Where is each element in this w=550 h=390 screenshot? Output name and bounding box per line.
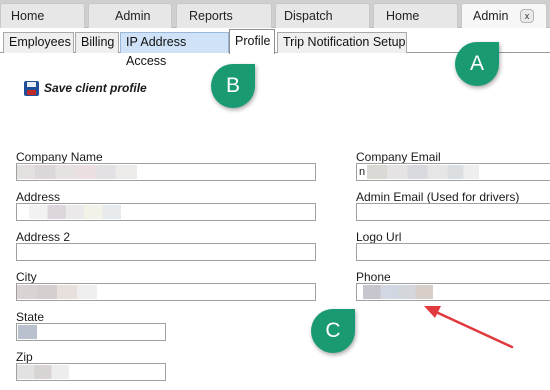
tab-employees[interactable]: Employees — [3, 32, 74, 53]
state-label: State — [16, 310, 45, 324]
admin-email-label: Admin Email (Used for drivers) — [356, 190, 520, 204]
address-label: Address — [16, 190, 61, 204]
company-email-label: Company Email — [356, 150, 441, 164]
close-icon[interactable]: x — [520, 9, 534, 23]
admin-email-input[interactable] — [356, 203, 550, 221]
city-label: City — [16, 270, 37, 284]
callout-c: C — [311, 309, 355, 353]
tab-ip-address-access[interactable]: IP Address Access — [120, 32, 229, 68]
company-email-input[interactable]: n — [356, 163, 550, 181]
top-tab-reports[interactable]: Reports — [176, 3, 272, 28]
top-tab-dispatch[interactable]: Dispatch — [275, 3, 370, 28]
top-tab-admin[interactable]: Admin — [88, 3, 172, 28]
callout-b: B — [211, 64, 255, 108]
logo-url-label: Logo Url — [356, 230, 402, 244]
top-tab-home[interactable]: Home — [0, 3, 85, 28]
tab-trip-notification-setup[interactable]: Trip Notification Setup — [277, 32, 407, 53]
redacted-value — [17, 365, 69, 379]
redacted-value — [367, 165, 479, 179]
phone-input[interactable] — [356, 283, 550, 301]
zip-label: Zip — [16, 350, 33, 364]
address-2-label: Address 2 — [16, 230, 71, 244]
redacted-value — [17, 165, 137, 179]
company-email-value-start: n — [359, 166, 366, 178]
redacted-value — [29, 205, 121, 219]
redacted-value — [18, 325, 37, 339]
save-button-label: Save client profile — [44, 81, 147, 95]
floppy-disk-icon — [24, 80, 39, 96]
top-tab-bar: Home Admin Reports Dispatch Home Admin x — [0, 0, 550, 29]
top-tab-admin-active[interactable]: Admin x — [461, 3, 547, 29]
save-client-profile-button[interactable]: Save client profile — [24, 79, 147, 97]
callout-a: A — [455, 42, 499, 86]
tab-profile[interactable]: Profile — [229, 29, 275, 54]
tab-billing[interactable]: Billing — [75, 32, 119, 53]
zip-input[interactable] — [16, 363, 166, 381]
company-name-label: Company Name — [16, 150, 103, 164]
logo-url-input[interactable] — [356, 243, 550, 261]
address-input[interactable] — [16, 203, 316, 221]
top-tab-home-2[interactable]: Home — [373, 3, 458, 28]
city-input[interactable] — [16, 283, 316, 301]
state-select[interactable] — [16, 323, 166, 341]
phone-label: Phone — [356, 270, 391, 284]
address-2-input[interactable] — [16, 243, 316, 261]
company-name-input[interactable] — [16, 163, 316, 181]
redacted-value — [17, 285, 97, 299]
redacted-value — [363, 285, 433, 299]
